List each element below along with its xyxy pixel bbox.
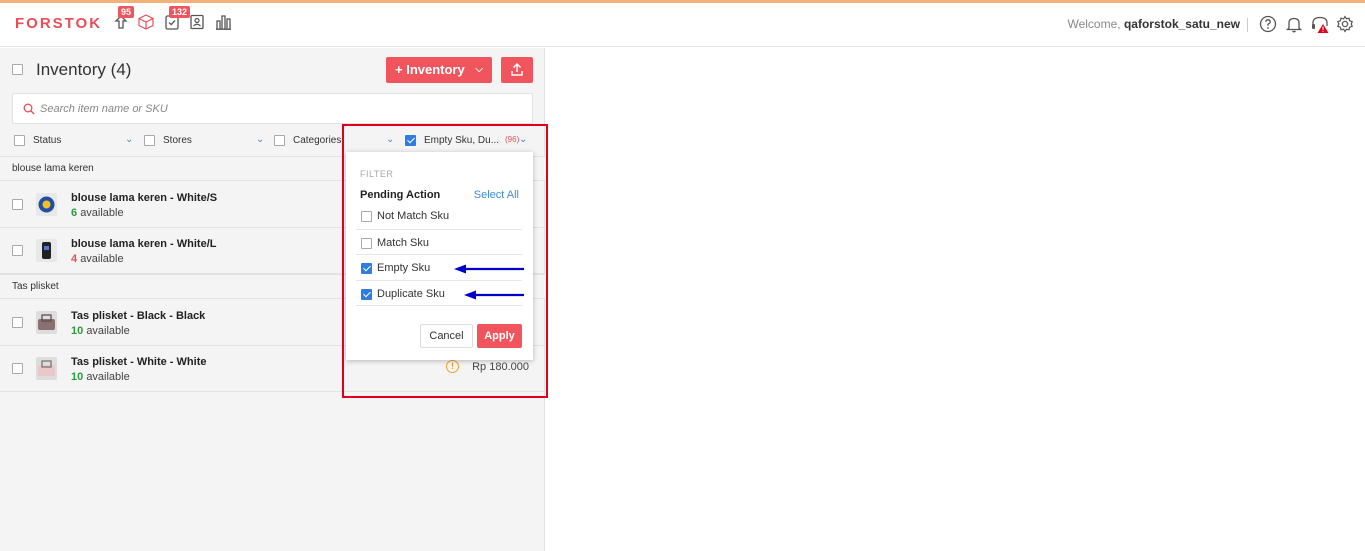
- sku-filter-count: (96): [505, 135, 520, 144]
- status-filter-checkbox[interactable]: [14, 135, 25, 146]
- item-availability: 10 available: [71, 371, 130, 383]
- option-checkbox[interactable]: [361, 211, 372, 222]
- inventory-count: (4): [110, 60, 132, 79]
- product-thumbnail: [36, 357, 57, 380]
- item-availability: 6 available: [71, 207, 124, 219]
- tasks-badge: 132: [169, 6, 191, 18]
- top-navbar: FORSTOK 95 132 Welcome, qaforstok_satu_n…: [0, 3, 1365, 47]
- add-inventory-label: + Inventory: [395, 62, 465, 77]
- item-name[interactable]: Tas plisket - Black - Black: [71, 310, 205, 322]
- option-checkbox[interactable]: [361, 289, 372, 300]
- stores-filter-label[interactable]: Stores: [163, 135, 192, 146]
- sku-chevron-down-icon[interactable]: ⌄: [519, 134, 527, 145]
- item-availability: 4 available: [71, 253, 124, 265]
- item-avail-label: available: [86, 325, 130, 337]
- stores-chevron-down-icon[interactable]: ⌄: [256, 134, 264, 145]
- welcome-prefix: Welcome,: [1067, 17, 1121, 31]
- add-inventory-button[interactable]: + Inventory ⌵: [386, 57, 492, 83]
- item-qty: 4: [71, 253, 78, 265]
- status-chevron-down-icon[interactable]: ⌄: [125, 134, 133, 145]
- item-availability: 10 available: [71, 325, 130, 337]
- filter-option-duplicate-sku[interactable]: Duplicate Sku: [356, 280, 522, 306]
- page-title-text: Inventory: [36, 60, 106, 79]
- search-icon: [23, 103, 35, 115]
- export-button[interactable]: [501, 57, 533, 83]
- row-checkbox[interactable]: [12, 363, 23, 374]
- row-checkbox[interactable]: [12, 317, 23, 328]
- filter-heading: Pending Action: [360, 189, 441, 201]
- logo[interactable]: FORSTOK: [15, 15, 102, 32]
- filter-option-match-sku[interactable]: Match Sku: [356, 229, 522, 255]
- option-label: Empty Sku: [377, 262, 431, 274]
- contact-card-icon[interactable]: [188, 13, 206, 31]
- select-all-link[interactable]: Select All: [474, 189, 519, 201]
- sku-filter-checkbox[interactable]: [405, 135, 416, 146]
- option-label: Not Match Sku: [377, 210, 450, 222]
- page-title: Inventory (4): [36, 60, 131, 80]
- option-label: Match Sku: [377, 237, 429, 249]
- select-all-checkbox[interactable]: [12, 64, 23, 75]
- product-thumbnail: [36, 311, 57, 334]
- product-thumbnail: [36, 193, 57, 216]
- search-box[interactable]: [12, 93, 533, 124]
- item-avail-label: available: [80, 253, 124, 265]
- status-filter-label[interactable]: Status: [33, 135, 61, 146]
- row-checkbox[interactable]: [12, 245, 23, 256]
- filter-option-empty-sku[interactable]: Empty Sku: [356, 254, 522, 280]
- sku-filter-label[interactable]: Empty Sku, Du...: [424, 135, 499, 146]
- option-label: Duplicate Sku: [377, 288, 445, 300]
- item-qty: 10: [71, 325, 84, 337]
- item-name[interactable]: Tas plisket - White - White: [71, 356, 206, 368]
- item-qty: 10: [71, 371, 84, 383]
- option-checkbox[interactable]: [361, 238, 372, 249]
- filter-option-not-match-sku[interactable]: Not Match Sku: [356, 203, 522, 229]
- help-icon[interactable]: [1258, 14, 1278, 34]
- bell-icon[interactable]: [1284, 14, 1304, 34]
- search-input[interactable]: [40, 100, 520, 118]
- box-icon[interactable]: [137, 13, 155, 31]
- bar-chart-icon[interactable]: [214, 13, 232, 31]
- chevron-down-icon: ⌵: [475, 64, 483, 75]
- categories-filter-label[interactable]: Categories: [293, 135, 341, 146]
- cancel-button[interactable]: Cancel: [420, 324, 473, 348]
- item-avail-label: available: [80, 207, 124, 219]
- inventory-list-pane: Inventory (4) + Inventory ⌵ Status ⌄ Stor…: [0, 48, 545, 551]
- item-price: Rp 180.000: [472, 361, 529, 373]
- product-thumbnail: [36, 239, 57, 262]
- settings-gear-icon[interactable]: [1335, 14, 1355, 34]
- categories-filter-checkbox[interactable]: [274, 135, 285, 146]
- item-name[interactable]: blouse lama keren - White/S: [71, 192, 217, 204]
- option-checkbox[interactable]: [361, 263, 372, 274]
- item-name[interactable]: blouse lama keren - White/L: [71, 238, 216, 250]
- support-alert-icon[interactable]: [1310, 14, 1330, 34]
- pending-action-filter-dropdown: FILTER Pending Action Select All Not Mat…: [346, 152, 533, 360]
- categories-chevron-down-icon[interactable]: ⌄: [386, 134, 394, 145]
- export-upload-icon: [511, 63, 523, 76]
- apply-button[interactable]: Apply: [477, 324, 522, 348]
- header-divider: [1247, 18, 1248, 32]
- stores-filter-checkbox[interactable]: [144, 135, 155, 146]
- warning-icon[interactable]: !: [446, 360, 459, 373]
- item-qty: 6: [71, 207, 78, 219]
- item-avail-label: available: [86, 371, 130, 383]
- row-checkbox[interactable]: [12, 199, 23, 210]
- username[interactable]: qaforstok_satu_new: [1124, 17, 1240, 31]
- orders-badge: 95: [118, 6, 135, 18]
- welcome-text: Welcome, qaforstok_satu_new: [1067, 17, 1240, 31]
- filter-caption: FILTER: [360, 169, 394, 179]
